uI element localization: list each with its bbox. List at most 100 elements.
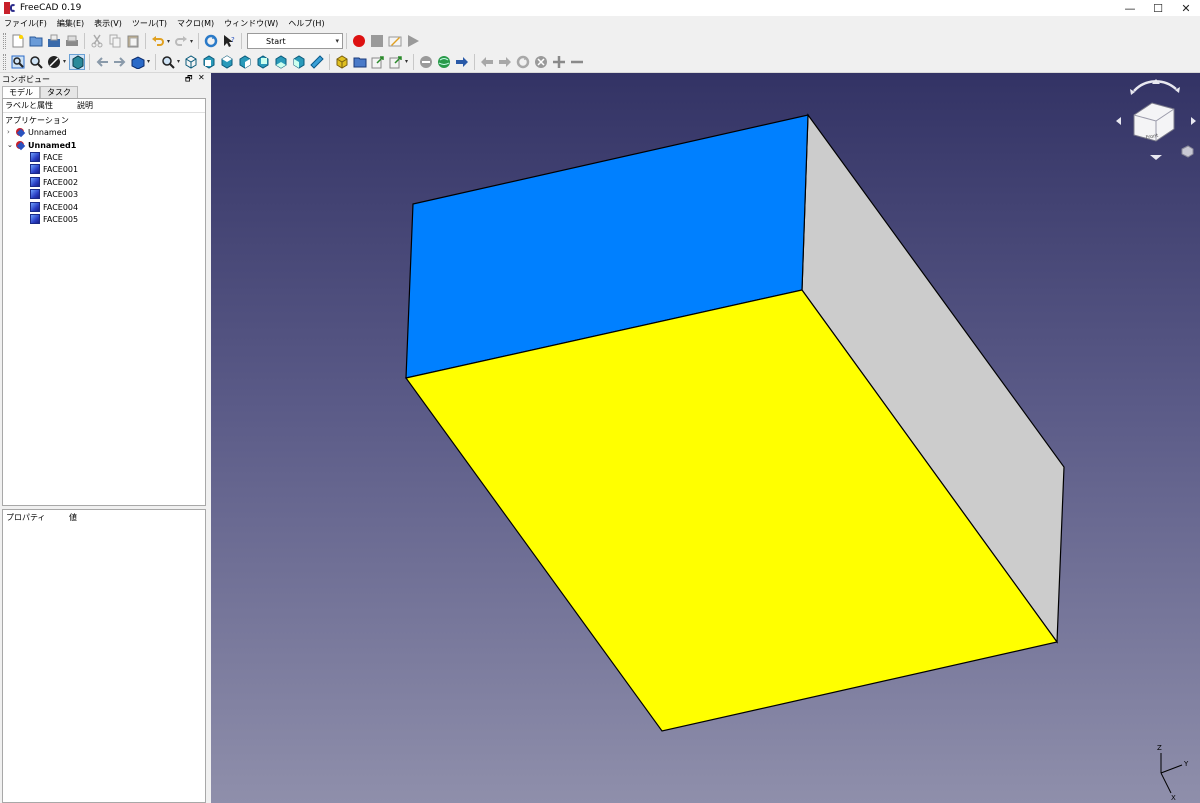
document-label: Unnamed1 [28, 140, 77, 150]
workbench-selector-value: Start [266, 36, 286, 46]
bounding-box-icon[interactable] [69, 53, 86, 70]
web-refresh-icon[interactable] [515, 54, 531, 70]
model-tree[interactable]: ラベルと属性 説明 アプリケーション › Unnamed ⌄ Unnamed1 … [2, 98, 206, 506]
view-front-icon[interactable] [201, 54, 217, 70]
macro-record-icon[interactable] [351, 33, 367, 49]
view-down-arrow-icon[interactable] [1150, 155, 1162, 160]
view-right-arrow-icon[interactable] [1191, 117, 1196, 125]
undo-icon[interactable] [150, 33, 166, 49]
combo-view-tabs: モデル タスク [2, 86, 78, 98]
tree-header: ラベルと属性 説明 [3, 99, 205, 113]
web-go-icon[interactable] [454, 54, 470, 70]
chevron-right-icon[interactable]: › [7, 128, 15, 136]
menu-tools[interactable]: ツール(T) [132, 18, 167, 29]
window-title: FreeCAD 0.19 [20, 3, 82, 13]
macro-run-icon[interactable] [405, 33, 421, 49]
property-column-name[interactable]: プロパティ [6, 512, 46, 523]
macro-stop-icon[interactable] [369, 33, 385, 49]
tree-column-label[interactable]: ラベルと属性 [5, 100, 53, 111]
draw-style-dropdown-icon[interactable]: ▾ [63, 58, 66, 65]
tree-item-object[interactable]: FACE001 [30, 163, 78, 175]
property-column-value[interactable]: 値 [69, 512, 77, 523]
zoom-dropdown-icon[interactable]: ▾ [177, 58, 180, 65]
tree-item-object[interactable]: FACE002 [30, 176, 78, 188]
no-entry-icon[interactable] [418, 54, 434, 70]
std-views-icon[interactable] [130, 54, 146, 70]
web-home-icon[interactable] [436, 54, 452, 70]
navigation-cube[interactable]: Front [1112, 77, 1200, 165]
back-icon[interactable] [94, 54, 110, 70]
link-actions-icon[interactable] [388, 54, 404, 70]
cut-icon[interactable] [89, 33, 105, 49]
navcube-menu-icon[interactable] [1181, 145, 1194, 158]
tree-item-object[interactable]: FACE [30, 151, 63, 163]
open-file-icon[interactable] [28, 33, 44, 49]
std-views-dropdown-icon[interactable]: ▾ [147, 58, 150, 65]
print-icon[interactable] [64, 33, 80, 49]
float-panel-button[interactable]: 🗗 [185, 73, 193, 87]
redo-dropdown-icon[interactable]: ▾ [190, 38, 193, 45]
tree-item-object[interactable]: FACE005 [30, 213, 78, 225]
fit-all-icon[interactable] [10, 54, 26, 70]
document-label: Unnamed [28, 127, 67, 137]
save-icon[interactable] [46, 33, 62, 49]
zoom-out-icon[interactable] [569, 54, 585, 70]
menu-view[interactable]: 表示(V) [94, 18, 122, 29]
close-button[interactable]: ✕ [1171, 0, 1200, 16]
tree-item-object[interactable]: FACE003 [30, 188, 78, 200]
property-view[interactable]: プロパティ 値 [2, 509, 206, 803]
part-icon[interactable] [334, 54, 350, 70]
axis-label-x: X [1171, 794, 1176, 801]
zoom-in-icon[interactable] [551, 54, 567, 70]
redo-icon[interactable] [173, 33, 189, 49]
combo-view-panel: コンボビュー 🗗 ✕ モデル タスク ラベルと属性 説明 アプリケーション › … [0, 73, 211, 803]
link-icon[interactable] [370, 54, 386, 70]
undo-dropdown-icon[interactable]: ▾ [167, 38, 170, 45]
draw-style-icon[interactable] [46, 54, 62, 70]
view-rear-icon[interactable] [255, 54, 271, 70]
toolbar-separator [413, 53, 415, 70]
minimize-button[interactable]: — [1115, 0, 1145, 16]
web-stop-icon[interactable] [533, 54, 549, 70]
tree-item-document[interactable]: › Unnamed [7, 126, 67, 138]
tree-item-object[interactable]: FACE004 [30, 201, 78, 213]
workbench-selector[interactable]: Start ▾ [247, 33, 344, 49]
whats-this-icon[interactable]: ? [221, 33, 237, 49]
object-label: FACE001 [43, 164, 79, 174]
fit-selection-icon[interactable] [28, 54, 44, 70]
3d-scene[interactable] [211, 73, 1200, 803]
link-actions-dropdown-icon[interactable]: ▾ [405, 58, 408, 65]
view-iso-icon[interactable] [183, 54, 199, 70]
menu-help[interactable]: ヘルプ(H) [288, 18, 324, 29]
macro-edit-icon[interactable] [387, 33, 403, 49]
menu-edit[interactable]: 編集(E) [57, 18, 84, 29]
tree-item-document[interactable]: ⌄ Unnamed1 [7, 139, 76, 151]
forward-icon[interactable] [112, 54, 128, 70]
3d-view[interactable]: Front Z Y X [211, 73, 1200, 803]
view-bottom-icon[interactable] [273, 54, 289, 70]
view-left-arrow-icon[interactable] [1116, 117, 1121, 125]
measure-icon[interactable] [309, 54, 325, 70]
toolbar-grip[interactable] [3, 33, 6, 49]
group-icon[interactable] [352, 54, 368, 70]
copy-icon[interactable] [107, 33, 123, 49]
web-forward-icon[interactable] [497, 54, 513, 70]
view-top-icon[interactable] [219, 54, 235, 70]
web-back-icon[interactable] [479, 54, 495, 70]
paste-icon[interactable] [125, 33, 141, 49]
toolbar-grip[interactable] [3, 53, 6, 70]
menu-window[interactable]: ウィンドウ(W) [224, 18, 278, 29]
new-file-icon[interactable] [10, 33, 26, 49]
menu-macro[interactable]: マクロ(M) [177, 18, 214, 29]
view-right-icon[interactable] [237, 54, 253, 70]
menu-file[interactable]: ファイル(F) [4, 18, 47, 29]
view-left-icon[interactable] [291, 54, 307, 70]
refresh-icon[interactable] [203, 33, 219, 49]
tab-model[interactable]: モデル [2, 86, 40, 98]
tab-tasks[interactable]: タスク [40, 86, 78, 98]
close-panel-button[interactable]: ✕ [198, 73, 205, 82]
tree-column-description[interactable]: 説明 [77, 100, 93, 111]
maximize-button[interactable]: ☐ [1143, 0, 1173, 16]
chevron-down-icon[interactable]: ⌄ [7, 141, 15, 149]
zoom-icon[interactable] [160, 54, 176, 70]
